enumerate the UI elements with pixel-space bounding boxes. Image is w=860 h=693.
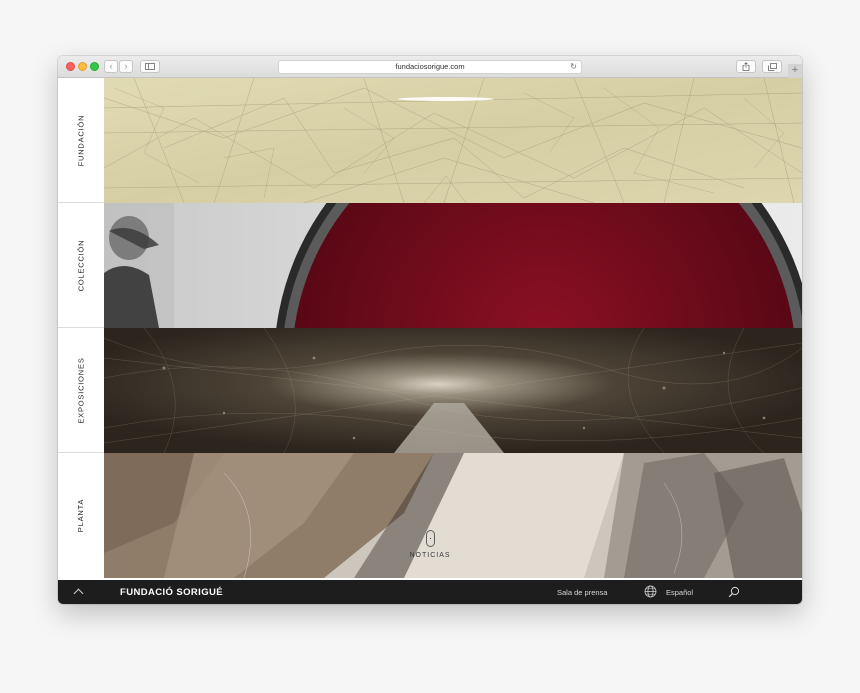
sidebar-item-exposiciones[interactable]: EXPOSICIONES bbox=[58, 328, 104, 453]
globe-icon[interactable] bbox=[644, 585, 657, 598]
mouse-scroll-icon bbox=[425, 530, 435, 547]
close-window-button[interactable] bbox=[66, 62, 75, 71]
press-room-link[interactable]: Sala de prensa bbox=[557, 588, 607, 597]
brand-logo[interactable]: FUNDACIÓ SORIGUÉ bbox=[120, 587, 223, 598]
maximize-window-button[interactable] bbox=[90, 62, 99, 71]
address-bar[interactable]: fundaciosorigue.com ↻ bbox=[278, 60, 582, 74]
site-footer: FUNDACIÓ SORIGUÉ Sala de prensa Español bbox=[58, 580, 802, 604]
news-label: NOTICIAS bbox=[409, 552, 451, 559]
forward-button[interactable]: › bbox=[119, 60, 133, 73]
back-button[interactable]: ‹ bbox=[104, 60, 118, 73]
tabs-icon bbox=[767, 62, 777, 71]
new-tab-button[interactable]: + bbox=[788, 64, 802, 78]
sidebar-item-coleccion[interactable]: COLECCIÓN bbox=[58, 203, 104, 328]
chevron-up-icon[interactable] bbox=[73, 588, 84, 599]
panel-fundacion-image[interactable] bbox=[104, 78, 802, 203]
sidebar-item-fundacion[interactable]: FUNDACIÓN bbox=[58, 78, 104, 203]
chevron-left-icon: ‹ bbox=[109, 61, 113, 71]
reload-icon[interactable]: ↻ bbox=[570, 61, 577, 73]
sidebar-item-label: EXPOSICIONES bbox=[76, 356, 86, 424]
sidebar-item-label: FUNDACIÓN bbox=[76, 114, 86, 166]
panel-planta-image[interactable] bbox=[104, 453, 802, 578]
tabs-overview-button[interactable] bbox=[762, 60, 782, 73]
panel-exposiciones-image[interactable] bbox=[104, 328, 802, 453]
sidebar-item-label: COLECCIÓN bbox=[76, 239, 86, 291]
url-text: fundaciosorigue.com bbox=[395, 62, 465, 71]
share-button[interactable] bbox=[736, 60, 756, 73]
news-scroll-hint[interactable]: NOTICIAS bbox=[409, 530, 451, 559]
sidebar-toggle-button[interactable] bbox=[140, 60, 160, 73]
language-selector[interactable]: Español bbox=[666, 588, 693, 597]
sidebar-item-label: PLANTA bbox=[76, 498, 86, 533]
chevron-right-icon: › bbox=[124, 61, 128, 71]
search-icon[interactable] bbox=[728, 586, 740, 598]
minimize-window-button[interactable] bbox=[78, 62, 87, 71]
browser-toolbar: ‹ › fundaciosorigue.com ↻ + bbox=[58, 56, 802, 78]
share-icon bbox=[742, 62, 750, 71]
sidebar-item-planta[interactable]: PLANTA bbox=[58, 453, 104, 578]
panel-coleccion-image[interactable] bbox=[104, 203, 802, 328]
browser-window: ‹ › fundaciosorigue.com ↻ + FUNDACIÓN CO… bbox=[58, 56, 802, 604]
sidebar-toggle-icon bbox=[145, 63, 155, 70]
section-nav: FUNDACIÓN COLECCIÓN EXPOSICIONES PLANTA bbox=[58, 78, 104, 580]
